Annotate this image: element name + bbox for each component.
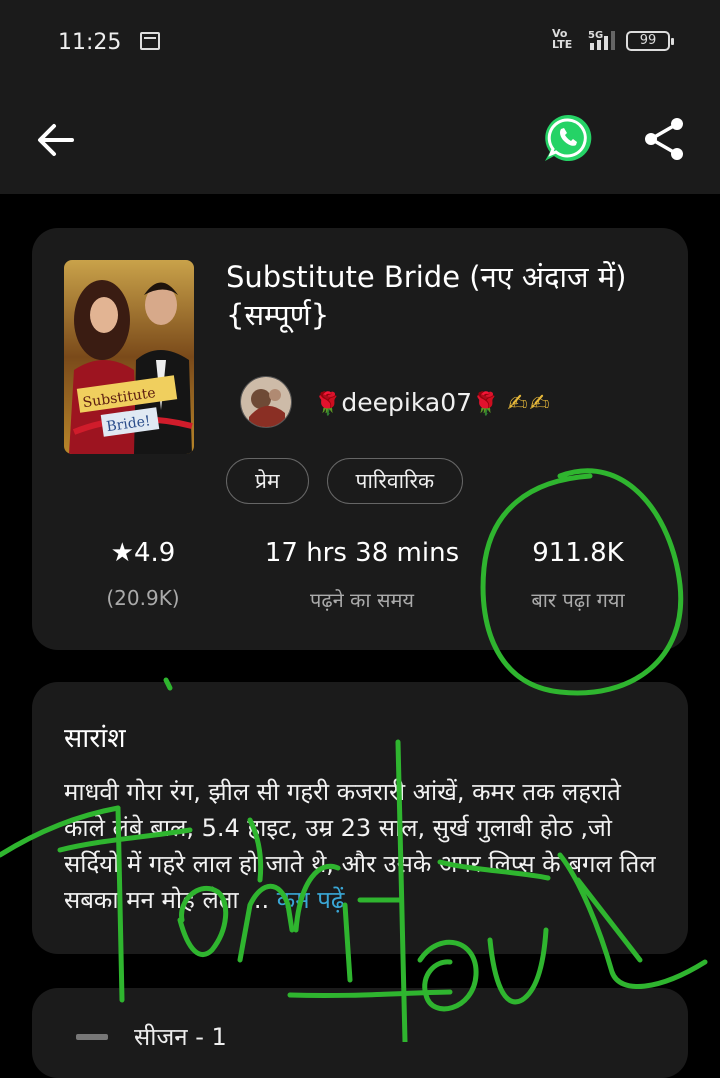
read-less-link[interactable]: कम पढ़ें — [277, 886, 345, 914]
battery-indicator: 99 — [626, 31, 674, 51]
whatsapp-icon[interactable] — [542, 112, 594, 164]
battery-level: 99 — [639, 33, 657, 48]
calendar-notification-icon — [140, 32, 160, 50]
reads-label: बार पढ़ा गया — [531, 588, 625, 612]
book-info-card: Substitute Bride! Substitute Bride (नए अ… — [32, 228, 688, 650]
status-time: 11:25 — [58, 30, 122, 55]
author-avatar[interactable] — [240, 376, 292, 428]
reads-stat: 911.8K बार पढ़ा गया — [498, 538, 658, 613]
genre-tags: प्रेम पारिवारिक — [226, 458, 464, 504]
read-time-value: 17 hrs 38 mins — [264, 538, 460, 568]
rating-value: ★4.9 — [110, 538, 176, 568]
author-row[interactable]: 🌹deepika07🌹 ✍✍ — [240, 376, 552, 428]
read-time-stat: 17 hrs 38 mins पढ़ने का समय — [242, 538, 482, 613]
author-name[interactable]: deepika07 — [341, 388, 472, 417]
season-label: सीजन - 1 — [134, 1023, 227, 1051]
summary-card: सारांश माधवी गोरा रंग, झील सी गहरी कजरार… — [32, 682, 688, 954]
share-icon[interactable] — [642, 116, 686, 162]
read-time-label: पढ़ने का समय — [309, 588, 415, 612]
summary-heading: सारांश — [64, 723, 126, 754]
arrow-left-icon[interactable] — [36, 122, 76, 158]
book-cover[interactable]: Substitute Bride! — [64, 260, 194, 454]
writing-hand-emoji: ✍✍ — [507, 388, 552, 417]
tag-prem[interactable]: प्रेम — [226, 458, 309, 504]
svg-text:5G: 5G — [588, 30, 603, 41]
summary-text: माधवी गोरा रंग, झील सी गहरी कजरारी आंखें… — [64, 774, 664, 918]
rose-emoji-left: 🌹 — [314, 391, 342, 417]
collapse-icon[interactable] — [76, 1034, 108, 1040]
volte-indicator: Vo LTE — [552, 27, 573, 51]
author-name-row[interactable]: 🌹deepika07🌹 ✍✍ — [314, 388, 552, 417]
tag-parivarik[interactable]: पारिवारिक — [326, 458, 464, 504]
app-bar — [0, 84, 720, 194]
status-bar: 11:25 Vo LTE 5G 99 — [0, 0, 720, 84]
summary-body: माधवी गोरा रंग, झील सी गहरी कजरारी आंखें… — [64, 778, 656, 914]
rating-stat: ★4.9 (20.9K) — [78, 538, 208, 610]
season-card[interactable]: सीजन - 1 — [32, 988, 688, 1078]
book-title: Substitute Bride (नए अंदाज में) {सम्पूर्… — [226, 260, 627, 332]
signal-5g-icon: 5G — [588, 30, 615, 50]
rose-emoji-right: 🌹 — [472, 391, 500, 417]
reads-value: 911.8K — [532, 538, 624, 568]
rating-count: (20.9K) — [106, 586, 180, 610]
